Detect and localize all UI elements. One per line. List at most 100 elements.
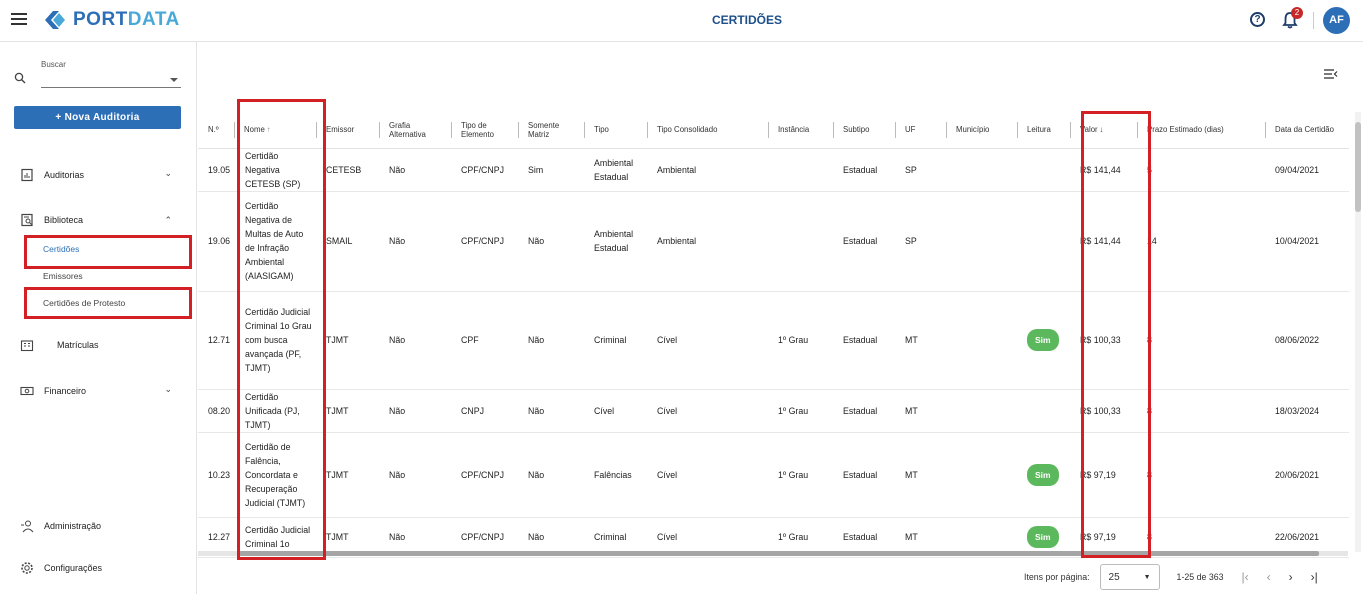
sidebar-item-emissores[interactable]: Emissores <box>43 271 83 281</box>
chevron-up-icon: ⌃ <box>164 215 172 225</box>
search-label: Buscar <box>41 60 66 69</box>
sidebar-item-administracao[interactable]: Administração <box>20 519 180 533</box>
search-icon <box>14 72 26 84</box>
cell-tipo-elemento: CNPJ <box>451 389 519 433</box>
sidebar: Buscar + Nova Auditoria Auditorias ⌄ Bib… <box>0 42 197 594</box>
cell-tipo: Ambiental Estadual <box>584 191 648 292</box>
vertical-scrollbar[interactable] <box>1355 112 1361 552</box>
cell-prazo: 14 <box>1137 191 1266 292</box>
last-page-icon[interactable]: ›| <box>1311 570 1318 584</box>
cell-data: 09/04/2021 <box>1265 148 1350 192</box>
cell-tipo: Falências <box>584 432 648 518</box>
sidebar-item-configuracoes[interactable]: Configurações <box>20 561 180 575</box>
previous-page-icon[interactable]: ‹ <box>1267 570 1271 584</box>
header-uf[interactable]: UF <box>895 112 947 149</box>
header-data[interactable]: Data da Certidão <box>1265 112 1350 149</box>
horizontal-scrollbar[interactable] <box>198 551 1348 556</box>
header-grafia[interactable]: Grafia Alternativa <box>379 112 452 149</box>
new-audit-button[interactable]: + Nova Auditoria <box>14 106 181 129</box>
certidoes-table: N.º Nome ↑ Emissor Grafia Alternativa Tip… <box>198 112 1350 558</box>
cell-instancia: 1º Grau <box>768 432 834 518</box>
notification-badge: 2 <box>1291 7 1303 19</box>
cell-uf: SP <box>895 191 947 292</box>
header-municipio[interactable]: Município <box>946 112 1018 149</box>
cell-tipo: Criminal <box>584 291 648 390</box>
header-somente-matriz[interactable]: Somente Matriz <box>518 112 585 149</box>
main-content: N.º Nome ↑ Emissor Grafia Alternativa Tip… <box>198 42 1363 594</box>
header-tipo-elemento[interactable]: Tipo de Elemento <box>451 112 519 149</box>
sidebar-item-auditorias[interactable]: Auditorias ⌄ <box>20 168 180 182</box>
table-row[interactable]: 19.06 Certidão Negativa de Multas de Auto… <box>198 191 1350 292</box>
cell-municipio <box>946 432 1018 518</box>
sidebar-item-label: Biblioteca <box>44 215 84 225</box>
cell-grafia: Não <box>379 291 452 390</box>
sidebar-item-matriculas[interactable]: Matrículas <box>20 338 180 352</box>
cell-subtipo: Estadual <box>833 389 896 433</box>
header-tipo[interactable]: Tipo <box>584 112 648 149</box>
column-toggle-icon[interactable] <box>1324 68 1338 80</box>
cell-grafia: Não <box>379 389 452 433</box>
cell-municipio <box>946 148 1018 192</box>
cell-num: 12.71 <box>198 291 235 390</box>
logo-text: PORTDATA <box>73 9 180 30</box>
first-page-icon[interactable]: |‹ <box>1242 570 1249 584</box>
logo[interactable]: PORTDATA <box>43 9 180 31</box>
admin-user-icon <box>21 520 34 533</box>
cell-grafia: Não <box>379 191 452 292</box>
cell-uf: SP <box>895 148 947 192</box>
annotation-highlight-certidoes <box>24 235 192 269</box>
header-prazo[interactable]: Prazo Estimado (dias) <box>1137 112 1266 149</box>
sidebar-item-financeiro[interactable]: Financeiro ⌄ <box>20 384 180 398</box>
cell-tipo: Ambiental Estadual <box>584 148 648 192</box>
table-row[interactable]: 10.23 Certidão de Falência, Concordata e … <box>198 432 1350 518</box>
cell-somente-matriz: Sim <box>518 148 585 192</box>
help-icon[interactable]: ? <box>1250 12 1265 27</box>
chevron-down-icon: ⌄ <box>164 384 172 394</box>
leitura-badge[interactable]: Sim <box>1027 329 1059 351</box>
table-row[interactable]: 12.71 Certidão Judicial Criminal 1o Grau … <box>198 291 1350 390</box>
cell-leitura <box>1017 148 1071 192</box>
user-avatar[interactable]: AF <box>1323 7 1350 34</box>
search-input[interactable] <box>41 72 181 88</box>
paginator: Itens por página: 25 ▼ 1-25 de 363 |‹ ‹ ›… <box>1024 564 1318 590</box>
cell-somente-matriz: Não <box>518 291 585 390</box>
cell-subtipo: Estadual <box>833 191 896 292</box>
header-subtipo[interactable]: Subtipo <box>833 112 896 149</box>
cell-somente-matriz: Não <box>518 432 585 518</box>
sidebar-item-label: Auditorias <box>44 170 85 180</box>
cell-municipio <box>946 291 1018 390</box>
cell-leitura: Sim <box>1017 432 1071 518</box>
cell-somente-matriz: Não <box>518 191 585 292</box>
table-header-row: N.º Nome ↑ Emissor Grafia Alternativa Tip… <box>198 112 1350 149</box>
header-instancia[interactable]: Instância <box>768 112 834 149</box>
annotation-highlight-nome-column <box>237 99 326 560</box>
cell-num: 08.20 <box>198 389 235 433</box>
sidebar-item-label: Financeiro <box>44 386 87 396</box>
horizontal-scrollbar-thumb[interactable] <box>239 551 1319 556</box>
chevron-down-icon: ⌄ <box>164 168 172 178</box>
leitura-badge[interactable]: Sim <box>1027 526 1059 548</box>
page-size-select[interactable]: 25 ▼ <box>1099 564 1160 590</box>
cell-data: 18/03/2024 <box>1265 389 1350 433</box>
leitura-badge[interactable]: Sim <box>1027 463 1059 486</box>
divider <box>1313 12 1314 29</box>
sidebar-item-biblioteca[interactable]: Biblioteca ⌃ <box>20 213 180 227</box>
cell-grafia: Não <box>379 432 452 518</box>
items-per-page-label: Itens por página: <box>1024 572 1090 582</box>
table-row[interactable]: 19.05 Certidão Negativa CETESB (SP) CETESB… <box>198 148 1350 192</box>
next-page-icon[interactable]: › <box>1289 570 1293 584</box>
cell-data: 10/04/2021 <box>1265 191 1350 292</box>
cell-municipio <box>946 389 1018 433</box>
hamburger-menu-icon[interactable] <box>11 13 27 27</box>
cell-grafia: Não <box>379 148 452 192</box>
cell-data: 08/06/2022 <box>1265 291 1350 390</box>
cell-tipo: Cível <box>584 389 648 433</box>
cell-uf: MT <box>895 291 947 390</box>
search-dropdown-icon[interactable] <box>170 78 178 82</box>
vertical-scrollbar-thumb[interactable] <box>1355 122 1361 212</box>
header-leitura[interactable]: Leitura <box>1017 112 1071 149</box>
table-row[interactable]: 08.20 Certidão Unificada (PJ, TJMT) TJMT Nã… <box>198 389 1350 433</box>
header-tipo-consolidado[interactable]: Tipo Consolidado <box>647 112 769 149</box>
header-num[interactable]: N.º <box>198 112 235 149</box>
library-icon <box>21 213 33 227</box>
